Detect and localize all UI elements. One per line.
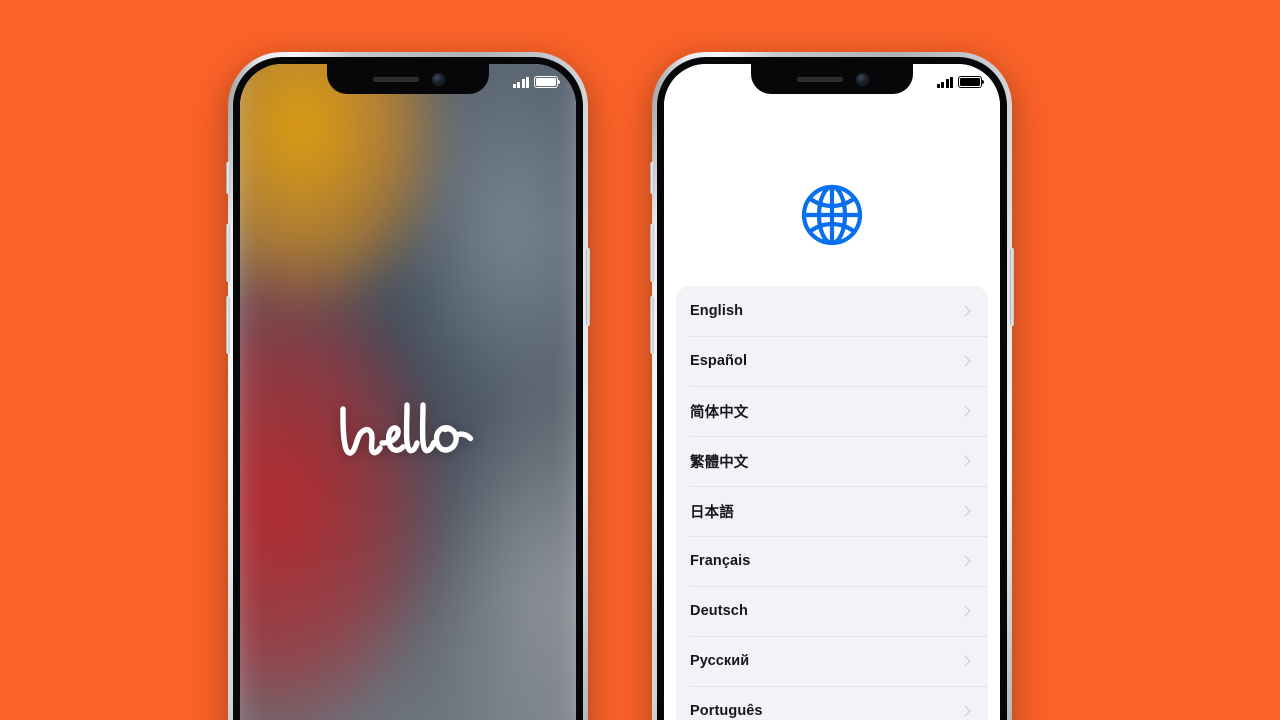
language-label: Français: [690, 553, 751, 569]
notch-left: [327, 64, 489, 94]
language-row[interactable]: Русский: [676, 636, 988, 686]
language-selection-screen: English Español 简体中文繁體中文日本語 Français Deutsch…: [664, 64, 1000, 720]
volume-up-right[interactable]: [650, 224, 654, 282]
language-row[interactable]: 日本語: [676, 486, 988, 536]
chevron-right-icon: [959, 705, 971, 717]
earpiece-speaker-icon: [372, 76, 419, 82]
language-label: Русский: [690, 653, 750, 669]
chevron-right-icon: [959, 605, 971, 617]
front-camera-icon: [432, 73, 444, 85]
mute-switch-left[interactable]: [226, 162, 230, 194]
cellular-signal-icon: [512, 76, 529, 88]
notch-right: [751, 64, 913, 94]
earpiece-speaker-icon: [796, 76, 843, 82]
language-label: Español: [690, 353, 748, 369]
status-bar-right: [936, 64, 1001, 100]
language-label: 简体中文: [690, 404, 749, 421]
hello-script-glyph: [340, 402, 474, 457]
battery-icon: [958, 76, 985, 88]
globe-icon: [799, 182, 865, 253]
chevron-right-icon: [959, 555, 971, 567]
left-phone-screen: [240, 64, 576, 720]
screenshot-canvas: English Español 简体中文繁體中文日本語 Français Deutsch…: [0, 0, 1280, 720]
language-label: 繁體中文: [690, 454, 749, 471]
battery-icon: [534, 76, 561, 88]
battery-level-fill: [536, 78, 556, 86]
right-phone-screen: English Español 简体中文繁體中文日本語 Français Deutsch…: [664, 64, 1000, 720]
front-camera-icon: [856, 73, 868, 85]
mute-switch-right[interactable]: [650, 162, 654, 194]
language-list: English Español 简体中文繁體中文日本語 Français Deutsch…: [676, 286, 988, 720]
language-row[interactable]: Português: [676, 686, 988, 720]
chevron-right-icon: [959, 405, 971, 417]
lockscreen-wallpaper: [240, 64, 576, 720]
cellular-signal-icon: [936, 76, 953, 88]
language-row[interactable]: Español: [676, 336, 988, 386]
language-label: Português: [690, 703, 763, 719]
language-row[interactable]: Deutsch: [676, 586, 988, 636]
hello-greeting: [240, 393, 576, 470]
left-phone: [226, 52, 590, 720]
volume-down-left[interactable]: [226, 296, 230, 354]
chevron-right-icon: [959, 505, 971, 517]
language-label: 日本語: [690, 504, 734, 521]
power-button-left[interactable]: [586, 248, 590, 326]
power-button-right[interactable]: [1010, 248, 1014, 326]
language-label: Deutsch: [690, 603, 748, 619]
chevron-right-icon: [959, 355, 971, 367]
language-row[interactable]: 简体中文: [676, 386, 988, 436]
volume-down-right[interactable]: [650, 296, 654, 354]
language-label: English: [690, 303, 744, 319]
battery-level-fill: [960, 78, 980, 86]
volume-up-left[interactable]: [226, 224, 230, 282]
right-phone: English Español 简体中文繁體中文日本語 Français Deutsch…: [650, 52, 1014, 720]
language-row[interactable]: Français: [676, 536, 988, 586]
chevron-right-icon: [959, 305, 971, 317]
status-bar-left: [512, 64, 577, 100]
chevron-right-icon: [959, 655, 971, 667]
language-row[interactable]: 繁體中文: [676, 436, 988, 486]
language-row[interactable]: English: [676, 286, 988, 336]
chevron-right-icon: [959, 455, 971, 467]
